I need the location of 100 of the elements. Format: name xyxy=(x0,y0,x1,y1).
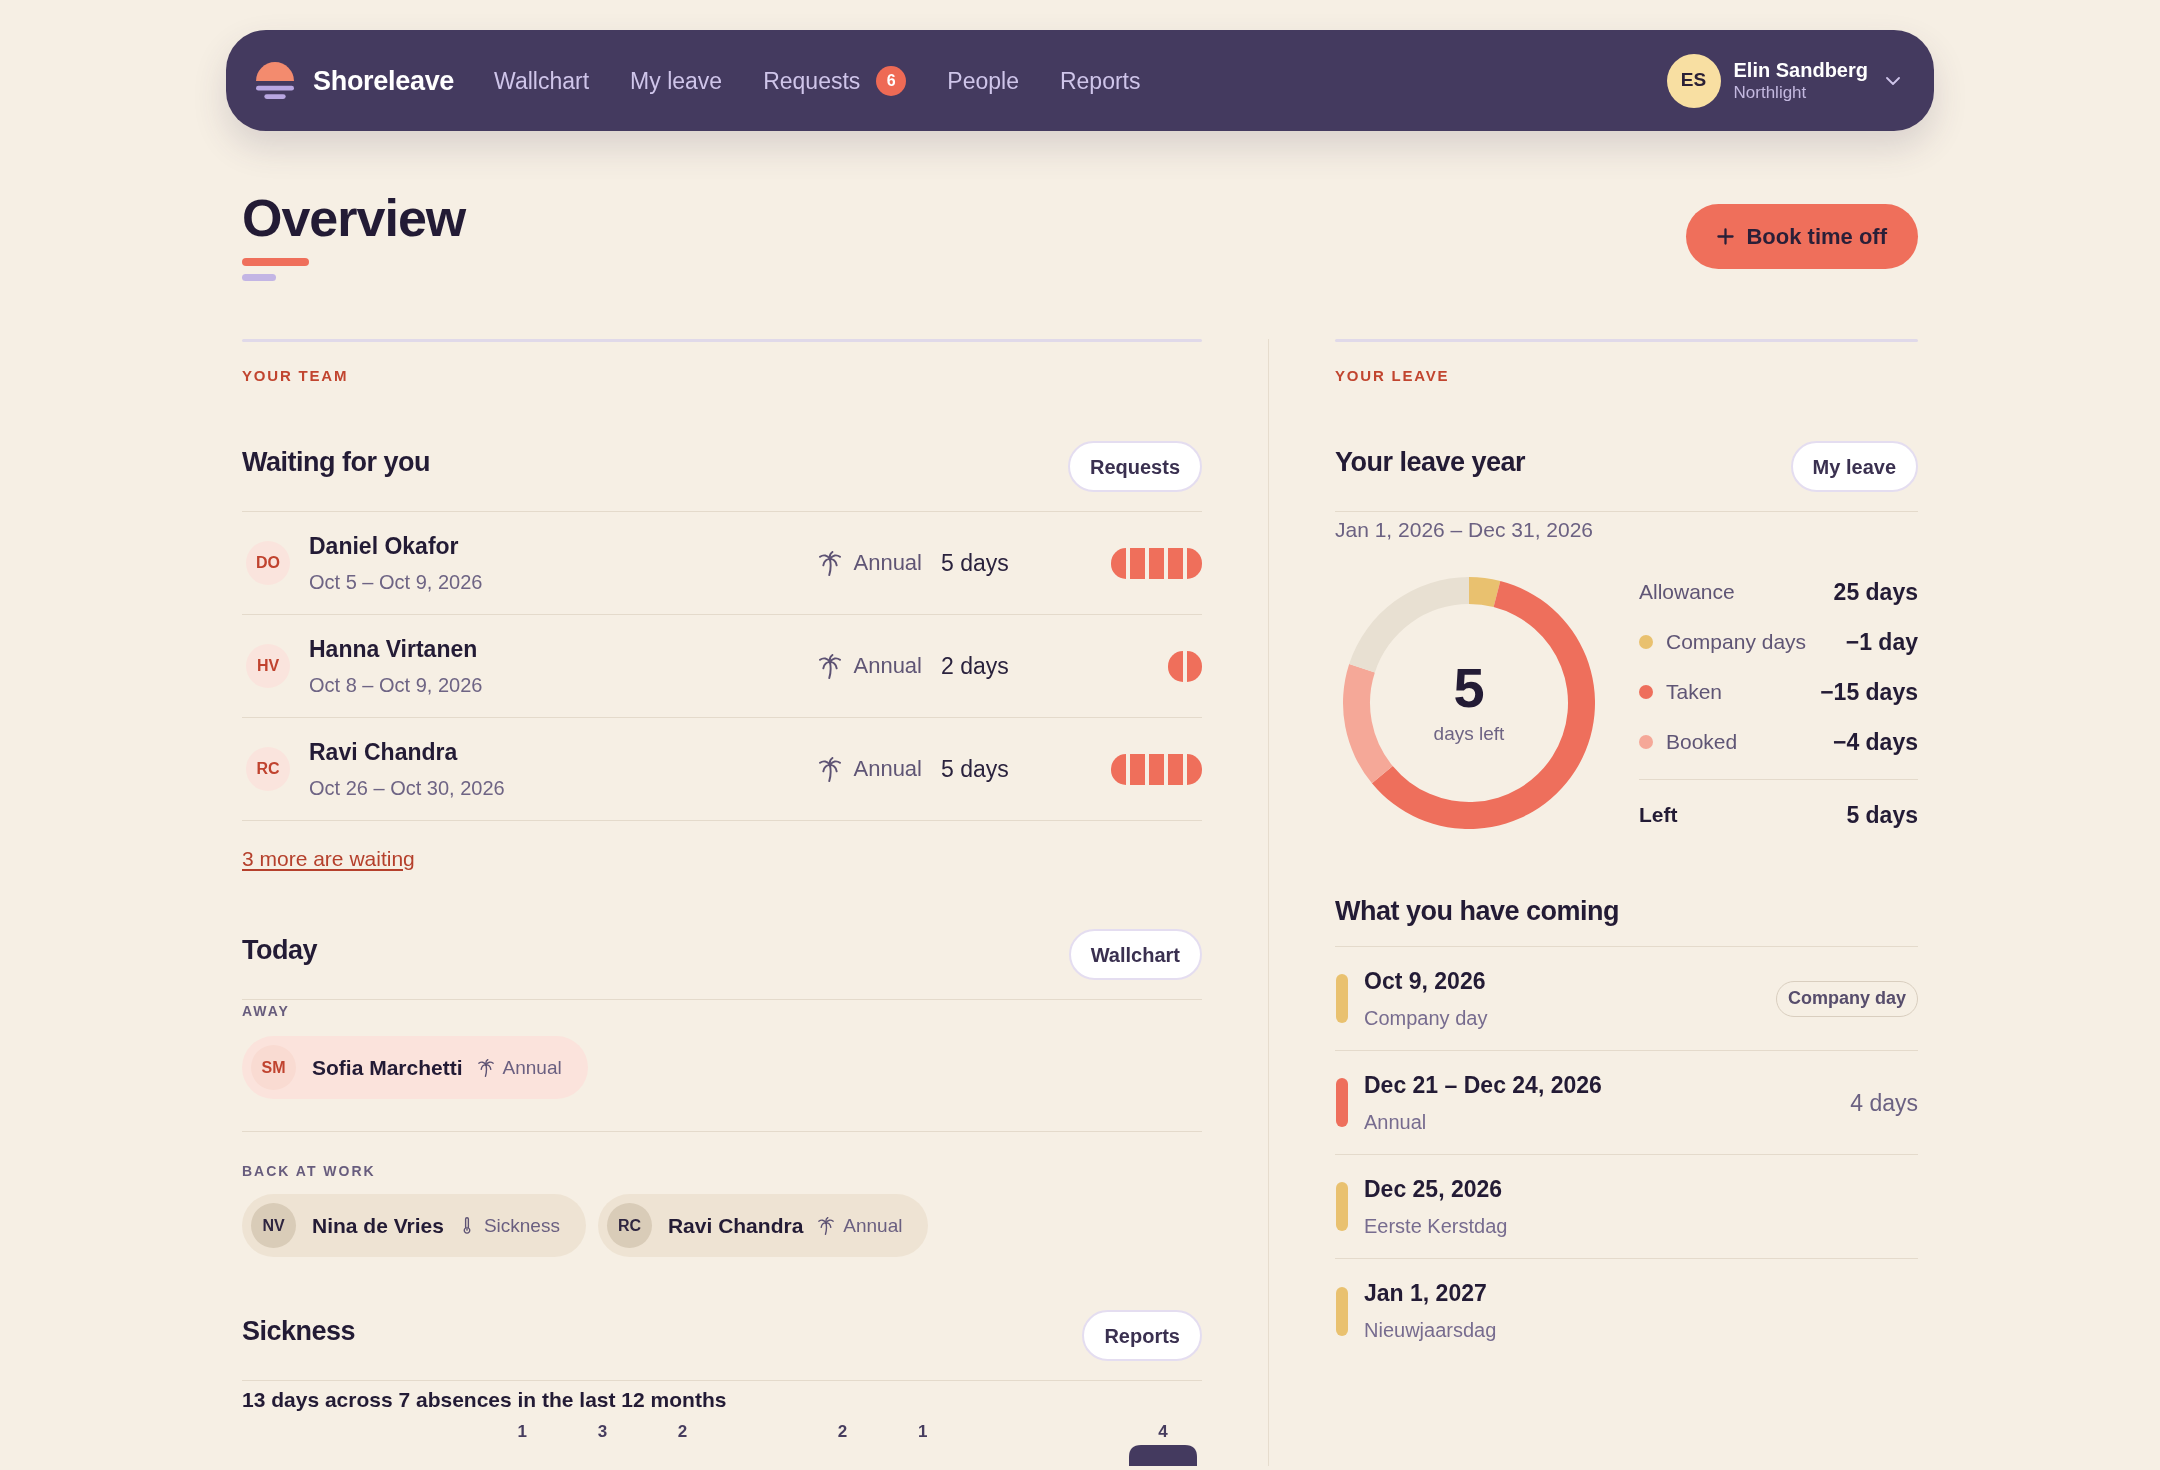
person-chip[interactable]: RC Ravi Chandra Annual xyxy=(597,1194,929,1257)
person-chip[interactable]: SM Sofia Marchetti Annual xyxy=(242,1036,588,1099)
day-segment xyxy=(1130,547,1145,579)
day-segment xyxy=(1187,753,1202,785)
palm-tree-icon xyxy=(477,1058,494,1077)
date-range: Oct 8 – Oct 9, 2026 xyxy=(309,672,484,698)
summary-label: Allowance xyxy=(1639,579,1735,605)
person-name: Nina de Vries xyxy=(312,1212,444,1239)
legend-label: Taken xyxy=(1666,679,1723,705)
nav-link[interactable]: People xyxy=(947,65,1019,96)
count-label: 3 xyxy=(597,1422,608,1441)
day-segment xyxy=(1187,547,1202,579)
nav-link[interactable]: Requests 6 xyxy=(763,65,907,96)
avatar: RC xyxy=(246,747,290,791)
nav-link[interactable]: Reports xyxy=(1059,65,1141,96)
section-label: YOUR TEAM xyxy=(242,366,350,386)
person-name: Ravi Chandra xyxy=(309,737,459,767)
event-type: Annual xyxy=(1364,1109,1428,1135)
person-name: Hanna Virtanen xyxy=(309,634,479,664)
user-avatar[interactable]: ES xyxy=(1666,53,1721,108)
day-count: 5 days xyxy=(941,549,1010,577)
days-left-number: 5 xyxy=(1453,660,1485,716)
count-label: 1 xyxy=(917,1422,928,1441)
avatar: RC xyxy=(606,1203,652,1248)
legend-label: Booked xyxy=(1666,729,1738,755)
avatar: HV xyxy=(246,644,290,688)
legend-label: Company days xyxy=(1666,629,1807,655)
date-range: Oct 26 – Oct 30, 2026 xyxy=(309,775,506,801)
palm-tree-icon xyxy=(819,756,842,782)
leave-type: Annual xyxy=(502,1055,562,1080)
event-type: Nieuwjaarsdag xyxy=(1364,1318,1497,1343)
date-range: Oct 5 – Oct 9, 2026 xyxy=(309,569,484,595)
palm-tree-icon xyxy=(819,550,842,576)
day-count: −4 days xyxy=(1832,728,1918,756)
days-left-caption: days left xyxy=(1433,722,1505,746)
summary-label: Left xyxy=(1639,802,1678,828)
day-count: −1 day xyxy=(1845,628,1918,656)
count-label: 4 xyxy=(1158,1422,1168,1441)
user-name: Elin Sandberg xyxy=(1733,57,1868,82)
day-count: 25 days xyxy=(1833,578,1918,606)
day-segment xyxy=(1168,753,1183,785)
count-label: 2 xyxy=(677,1422,688,1441)
organization-name: Northlight xyxy=(1733,81,1808,104)
section-title: Your leave year xyxy=(1335,445,1526,479)
accent-bar xyxy=(242,274,276,281)
day-segment xyxy=(1149,547,1164,579)
day-count: 2 days xyxy=(941,652,1010,680)
day-count: 4 days xyxy=(1850,1088,1918,1117)
day-count: −15 days xyxy=(1820,678,1918,706)
person-name: Sofia Marchetti xyxy=(312,1054,463,1081)
group-label: AWAY xyxy=(242,1002,291,1020)
section-link-button[interactable]: Requests xyxy=(1067,441,1202,492)
day-segment xyxy=(1149,753,1164,785)
palm-tree-icon xyxy=(819,653,842,679)
person-chip[interactable]: NV Nina de Vries Sickness xyxy=(242,1194,586,1257)
logo-icon[interactable] xyxy=(256,62,294,99)
bar xyxy=(1129,1445,1197,1466)
book-time-off-button[interactable]: Book time off xyxy=(1686,204,1918,269)
section-title: Waiting for you xyxy=(242,445,430,479)
avatar: DO xyxy=(246,541,290,585)
nav-link[interactable]: Wallchart xyxy=(494,65,590,96)
leave-type: Annual xyxy=(853,549,922,577)
section-label: YOUR LEAVE xyxy=(1335,366,1451,386)
event-date: Oct 9, 2026 xyxy=(1364,966,1487,996)
section-title: Today xyxy=(242,933,317,967)
more-waiting-link[interactable]: 3 more are waiting xyxy=(242,846,415,872)
day-segment xyxy=(1168,547,1183,579)
section-link-button[interactable]: Wallchart xyxy=(1068,929,1202,980)
leave-type: Annual xyxy=(853,755,922,783)
day-count: 5 days xyxy=(1846,801,1918,829)
plus-icon xyxy=(1717,228,1735,245)
event-date: Dec 21 – Dec 24, 2026 xyxy=(1364,1070,1602,1100)
avatar: SM xyxy=(251,1045,296,1090)
event-type: Company day xyxy=(1364,1005,1488,1031)
event-type: Eerste Kerstdag xyxy=(1364,1213,1508,1239)
count-label: 2 xyxy=(837,1422,848,1441)
leave-type: Annual xyxy=(853,652,922,680)
accent-bar xyxy=(242,258,309,266)
nav-link[interactable]: My leave xyxy=(630,65,723,96)
day-segment xyxy=(1187,650,1202,682)
leave-type: Sickness xyxy=(483,1213,560,1238)
chevron-down-icon[interactable] xyxy=(1886,76,1900,85)
day-segment xyxy=(1111,753,1126,785)
day-segment xyxy=(1111,547,1126,579)
day-segment xyxy=(1168,650,1183,682)
avatar: NV xyxy=(251,1203,296,1248)
section-title: What you have coming xyxy=(1335,895,1621,928)
brand-name[interactable]: Shoreleave xyxy=(313,63,455,98)
sickness-summary: 13 days across 7 absences in the last 12 months xyxy=(242,1387,728,1413)
event-date: Jan 1, 2027 xyxy=(1364,1279,1488,1308)
event-date: Dec 25, 2026 xyxy=(1364,1174,1504,1204)
leave-period: Jan 1, 2026 – Dec 31, 2026 xyxy=(1335,517,1595,543)
person-name: Ravi Chandra xyxy=(667,1212,804,1239)
leave-type: Annual xyxy=(843,1213,903,1238)
section-link-button[interactable]: My leave xyxy=(1790,441,1918,492)
person-name: Daniel Okafor xyxy=(309,531,460,561)
count-label: 1 xyxy=(517,1422,528,1441)
count-badge: 6 xyxy=(876,65,907,96)
section-link-button[interactable]: Reports xyxy=(1082,1310,1202,1361)
palm-tree-icon xyxy=(818,1216,835,1235)
